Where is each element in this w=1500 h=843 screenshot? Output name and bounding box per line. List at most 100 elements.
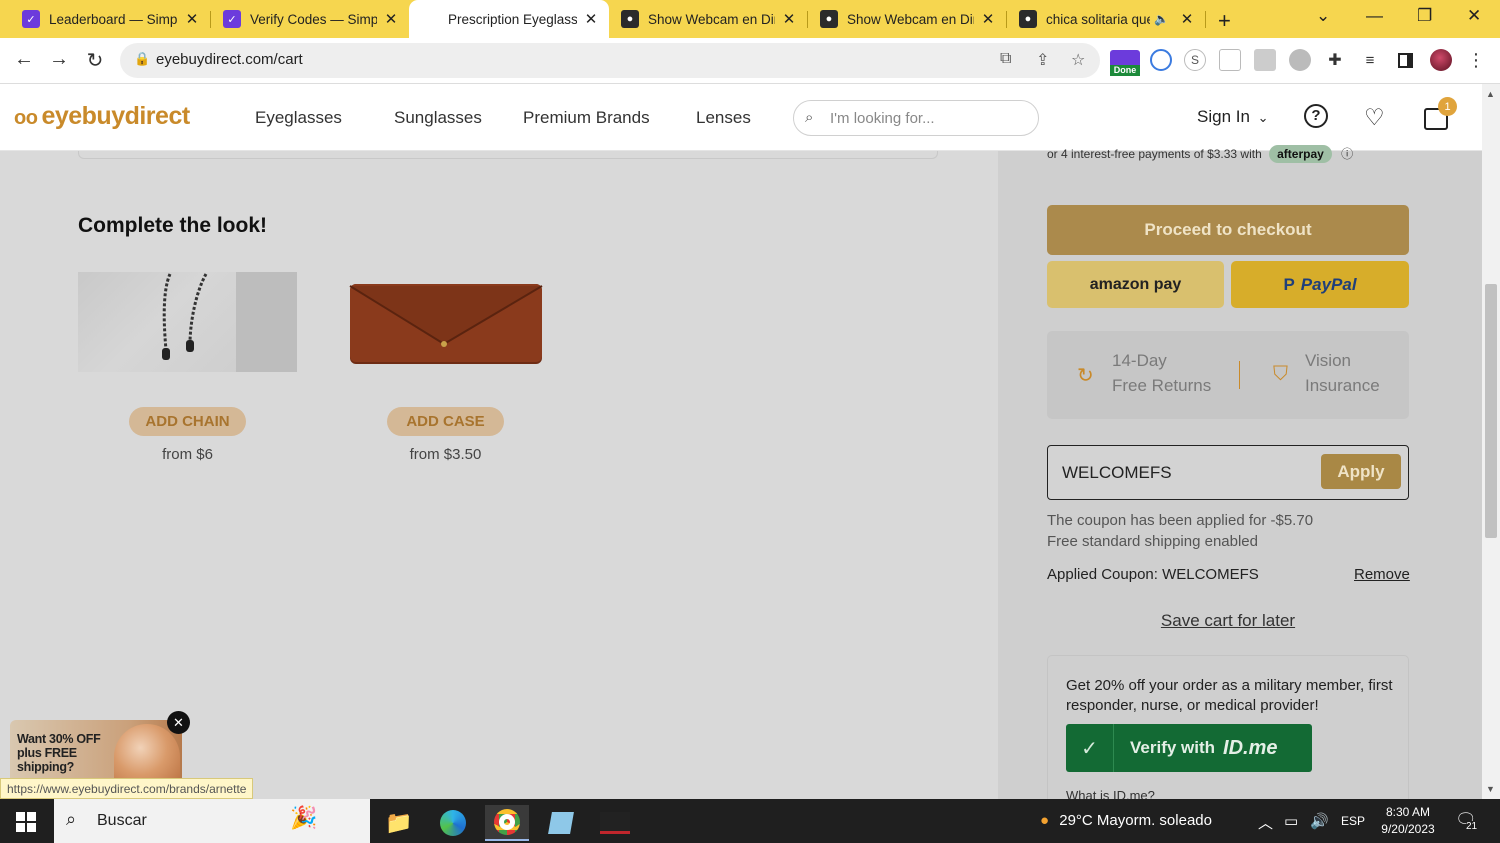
sign-in-label: Sign In	[1197, 107, 1250, 126]
wishlist-heart-icon[interactable]: ♡	[1364, 104, 1385, 131]
extensions-puzzle-icon[interactable]: ✚	[1324, 49, 1346, 71]
close-icon[interactable]: ✕	[383, 10, 399, 28]
logo-text: eyebuydirect	[41, 102, 190, 130]
scroll-down-icon[interactable]: ▼	[1486, 784, 1495, 794]
nav-premium-brands[interactable]: Premium Brands	[523, 108, 650, 128]
nav-sunglasses[interactable]: Sunglasses	[394, 108, 482, 128]
extension-box-icon[interactable]	[1219, 49, 1241, 71]
taskbar-search[interactable]: ⌕ Buscar 🎉	[54, 799, 370, 843]
help-icon[interactable]: ?	[1304, 104, 1328, 128]
file-explorer-icon[interactable]: 📁	[377, 805, 421, 841]
media-app-icon[interactable]	[593, 805, 637, 841]
reload-icon[interactable]: ↻	[82, 48, 108, 73]
scroll-up-icon[interactable]: ▲	[1486, 89, 1495, 99]
extension-circle-icon[interactable]	[1150, 49, 1172, 71]
site-logo[interactable]: oo eyebuydirect	[14, 102, 190, 131]
cart-item-card-bottom	[78, 151, 938, 159]
windows-start-icon[interactable]	[16, 812, 36, 832]
restore-icon[interactable]: ❐	[1417, 6, 1432, 26]
simplify-icon: ✓	[22, 10, 40, 28]
edge-browser-icon[interactable]	[431, 805, 475, 841]
browser-tab-eyeglasses[interactable]: oo Prescription Eyeglasse ✕	[409, 0, 609, 38]
close-promo-icon[interactable]: ✕	[167, 711, 190, 734]
save-cart-link[interactable]: Save cart for later	[1047, 611, 1409, 631]
amazon-pay-button[interactable]: amazon pay	[1047, 261, 1224, 308]
browser-menu-icon[interactable]: ⋮	[1465, 49, 1487, 71]
nav-eyeglasses[interactable]: Eyeglasses	[255, 108, 342, 128]
tab-title: Prescription Eyeglasse	[448, 11, 577, 27]
close-icon[interactable]: ✕	[184, 10, 200, 28]
search-icon: ⌕	[66, 809, 77, 829]
eyeglass-case-image[interactable]	[336, 272, 555, 372]
url-text[interactable]: eyebuydirect.com/cart	[156, 51, 303, 68]
speaker-icon[interactable]: 🔈	[1154, 12, 1169, 26]
benefit-line: Vision	[1305, 351, 1351, 370]
webcam-icon: ●	[820, 10, 838, 28]
chrome-browser-icon[interactable]	[485, 805, 529, 841]
apply-coupon-button[interactable]: Apply	[1321, 454, 1401, 489]
verify-with-idme-button[interactable]: ✓ Verify with ID.me	[1066, 724, 1312, 772]
remove-coupon-link[interactable]: Remove	[1354, 566, 1410, 583]
site-search-input[interactable]: ⌕ I'm looking for...	[793, 100, 1039, 136]
nav-lenses[interactable]: Lenses	[696, 108, 751, 128]
close-icon[interactable]: ✕	[1179, 10, 1195, 28]
network-icon[interactable]: ▭	[1284, 812, 1298, 830]
proceed-to-checkout-button[interactable]: Proceed to checkout	[1047, 205, 1409, 255]
page-scrollbar[interactable]: ▲ ▼	[1482, 84, 1500, 799]
back-icon[interactable]: ←	[11, 48, 37, 71]
benefit-divider	[1239, 361, 1240, 389]
browser-tab-verify-codes[interactable]: ✓ Verify Codes — Simpl ✕	[211, 0, 409, 38]
close-window-icon[interactable]: ✕	[1467, 6, 1481, 26]
bookmark-star-icon[interactable]: ☆	[1071, 50, 1085, 70]
close-icon[interactable]: ✕	[980, 10, 996, 28]
extension-cloud-icon[interactable]	[1289, 49, 1311, 71]
new-tab-icon[interactable]: +	[1218, 8, 1231, 34]
volume-icon[interactable]: 🔊	[1310, 812, 1329, 830]
minimize-icon[interactable]: —	[1366, 6, 1383, 26]
side-panel-icon[interactable]	[1394, 49, 1416, 71]
promo-text: Want 30% OFF plus FREE shipping?	[17, 732, 101, 774]
eyewear-chain-image[interactable]	[78, 272, 297, 372]
clock-date: 9/20/2023	[1381, 822, 1435, 836]
address-bar[interactable]: 🔒 eyebuydirect.com/cart ⧉ ⇪ ☆	[120, 43, 1100, 78]
browser-tab-webcam-2[interactable]: ● Show Webcam en Dir ✕	[808, 0, 1006, 38]
scrollbar-thumb[interactable]	[1485, 284, 1497, 538]
benefits-panel: ↻ 14-Day Free Returns ⛉ Vision Insurance	[1047, 331, 1409, 419]
sun-icon: ●	[1040, 812, 1050, 829]
info-icon[interactable]: ⓘ	[1341, 147, 1353, 161]
coupon-field[interactable]: WELCOMEFS Apply	[1047, 445, 1409, 500]
verify-label: Verify with	[1130, 738, 1216, 757]
browser-tab-chica[interactable]: ● chica solitaria que 🔈 ✕	[1007, 0, 1205, 38]
add-chain-button[interactable]: ADD CHAIN	[129, 407, 246, 436]
add-case-button[interactable]: ADD CASE	[387, 407, 504, 436]
browser-tab-leaderboard[interactable]: ✓ Leaderboard — Simpl ✕	[10, 0, 210, 38]
browser-tab-webcam-1[interactable]: ● Show Webcam en Dir ✕	[609, 0, 807, 38]
media-control-icon[interactable]: ≡	[1359, 49, 1381, 71]
coupon-code-value[interactable]: WELCOMEFS	[1062, 463, 1172, 483]
sign-in-button[interactable]: Sign In ⌄	[1197, 107, 1269, 127]
weather-widget[interactable]: ● 29°C Mayorm. soleado	[1040, 812, 1212, 829]
system-clock[interactable]: 8:30 AM 9/20/2023	[1378, 804, 1438, 838]
translate-icon[interactable]: ⧉	[1000, 50, 1011, 68]
notes-app-icon[interactable]	[539, 805, 583, 841]
cart-count-badge: 1	[1438, 97, 1457, 116]
tray-chevron-icon[interactable]: ︿	[1258, 812, 1273, 833]
idme-offer-text: Get 20% off your order as a military mem…	[1066, 677, 1393, 714]
profile-avatar[interactable]	[1430, 49, 1452, 71]
tab-search-chevron-icon[interactable]: ⌄	[1316, 6, 1330, 26]
language-indicator[interactable]: ESP	[1341, 814, 1365, 828]
extension-s-icon[interactable]: S	[1184, 49, 1206, 71]
site-header: oo eyebuydirect Eyeglasses Sunglasses Pre…	[0, 84, 1482, 151]
paypal-button[interactable]: P PayPal	[1231, 261, 1409, 308]
extension-image-icon[interactable]	[1254, 49, 1276, 71]
close-icon[interactable]: ✕	[781, 10, 797, 28]
forward-icon[interactable]: →	[46, 48, 72, 71]
vision-insurance-benefit: Vision Insurance	[1305, 348, 1380, 398]
eyebuydirect-icon: oo	[423, 13, 437, 25]
share-icon[interactable]: ⇪	[1036, 50, 1049, 70]
lock-icon[interactable]: 🔒	[134, 51, 150, 67]
idme-discount-box: Get 20% off your order as a military mem…	[1047, 655, 1409, 815]
tab-title: Leaderboard — Simpl	[49, 11, 178, 27]
close-icon[interactable]: ✕	[583, 10, 599, 28]
extension-badge[interactable]: Done	[1110, 50, 1140, 76]
